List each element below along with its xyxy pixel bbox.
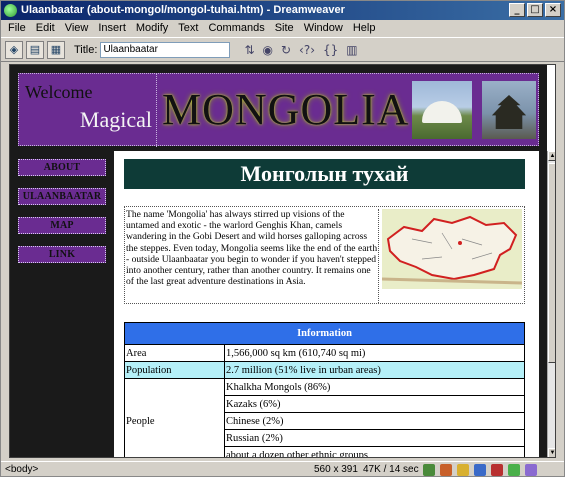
- assets-icon[interactable]: [440, 464, 452, 476]
- menu-site[interactable]: Site: [270, 20, 299, 37]
- scroll-up-icon[interactable]: ▲: [548, 151, 555, 161]
- dreamweaver-window: Ulaanbaatar (about-mongol/mongol-tuhai.h…: [0, 0, 565, 477]
- split-view-icon[interactable]: ▤: [26, 40, 44, 59]
- css-styles-icon[interactable]: [474, 464, 486, 476]
- status-bar: <body> 560 x 391 47K / 14 sec: [1, 461, 564, 476]
- menu-bar: File Edit View Insert Modify Text Comman…: [1, 20, 564, 37]
- tag-selector[interactable]: <body>: [5, 462, 38, 476]
- window-title: Ulaanbaatar (about-mongol/mongol-tuhai.h…: [21, 4, 345, 16]
- temple-shape: [491, 95, 527, 129]
- information-table: Information Area 1,566,000 sq km (610,74…: [124, 322, 525, 457]
- menu-modify[interactable]: Modify: [131, 20, 173, 37]
- people-label: People: [124, 378, 225, 457]
- menu-edit[interactable]: Edit: [31, 20, 60, 37]
- title-label: Title:: [74, 43, 98, 56]
- magical-text: Magical: [79, 107, 152, 132]
- welcome-panel: Welcome Magical: [19, 74, 157, 147]
- file-management-icon[interactable]: ⇅: [244, 43, 254, 57]
- side-nav: ABOUT ULAANBAATAR MAP LINK: [18, 159, 106, 275]
- population-value: 2.7 million (51% live in urban areas): [224, 361, 525, 379]
- document-toolbar: ◈ ▤ ▦ Title: Ulaanbaatar ⇅ ◉ ↻ ‹?› {} ▥: [1, 37, 564, 62]
- reference-icon[interactable]: ‹?›: [299, 43, 315, 57]
- menu-view[interactable]: View: [60, 20, 94, 37]
- close-button[interactable]: ×: [545, 3, 561, 17]
- table-row: People Khalkha Mongols (86%): [124, 378, 525, 457]
- menu-commands[interactable]: Commands: [203, 20, 269, 37]
- people-value: about a dozen other ethnic groups: [224, 446, 525, 457]
- information-header: Information: [124, 322, 525, 345]
- nav-about[interactable]: ABOUT: [18, 159, 106, 176]
- design-view-icon[interactable]: ▦: [47, 40, 65, 59]
- nav-map[interactable]: MAP: [18, 217, 106, 234]
- people-value: Chinese (2%): [224, 412, 525, 430]
- temple-photo: [482, 81, 536, 139]
- code-view-icon[interactable]: ◈: [5, 40, 23, 59]
- maximize-button[interactable]: □: [527, 3, 543, 17]
- menu-window[interactable]: Window: [299, 20, 348, 37]
- area-label: Area: [124, 344, 225, 362]
- code-navigation-icon[interactable]: {}: [323, 43, 338, 57]
- people-value: Khalkha Mongols (86%): [224, 378, 525, 396]
- download-time: 47K / 14 sec: [363, 464, 419, 475]
- page-body: Welcome Magical MONGOLIA ABOUT ULAANBAAT…: [10, 65, 547, 457]
- intro-text: The name 'Mongolia' has always stirred u…: [126, 209, 379, 303]
- launcher-bar: [423, 462, 537, 476]
- people-value: Russian (2%): [224, 429, 525, 447]
- scroll-thumb[interactable]: [548, 163, 555, 363]
- dreamweaver-app-icon: [4, 4, 17, 17]
- vertical-scrollbar[interactable]: ▲ ▼: [547, 151, 555, 457]
- timelines-icon[interactable]: [508, 464, 520, 476]
- window-size[interactable]: 560 x 391: [314, 462, 358, 476]
- table-row: Population 2.7 million (51% live in urba…: [124, 361, 525, 379]
- menu-help[interactable]: Help: [348, 20, 381, 37]
- menu-file[interactable]: File: [3, 20, 31, 37]
- minimize-button[interactable]: _: [509, 3, 525, 17]
- design-canvas[interactable]: Welcome Magical MONGOLIA ABOUT ULAANBAAT…: [9, 64, 556, 458]
- mongolia-logo: MONGOLIA: [162, 85, 410, 134]
- nav-link[interactable]: LINK: [18, 246, 106, 263]
- mongolia-map-image: [382, 209, 522, 289]
- area-value: 1,566,000 sq km (610,740 sq mi): [224, 344, 525, 362]
- yurt-shape: [422, 101, 462, 123]
- yurt-photo: [412, 81, 472, 139]
- menu-insert[interactable]: Insert: [93, 20, 131, 37]
- welcome-text: Welcome: [25, 82, 93, 102]
- table-row: Area 1,566,000 sq km (610,740 sq mi): [124, 344, 525, 362]
- title-input[interactable]: Ulaanbaatar: [100, 41, 231, 58]
- map-graphic: [382, 209, 522, 289]
- site-icon[interactable]: [423, 464, 435, 476]
- title-bar: Ulaanbaatar (about-mongol/mongol-tuhai.h…: [1, 1, 564, 20]
- banner: Welcome Magical MONGOLIA: [18, 73, 539, 147]
- nav-ulaanbaatar[interactable]: ULAANBAATAR: [18, 188, 106, 205]
- population-label: Population: [124, 361, 225, 379]
- scroll-down-icon[interactable]: ▼: [548, 448, 555, 457]
- menu-text[interactable]: Text: [173, 20, 203, 37]
- refresh-icon[interactable]: ↻: [281, 43, 291, 57]
- intro-block: The name 'Mongolia' has always stirred u…: [124, 206, 525, 304]
- behaviors-icon[interactable]: [491, 464, 503, 476]
- people-value: Kazaks (6%): [224, 395, 525, 413]
- preview-globe-icon[interactable]: ◉: [263, 43, 273, 57]
- page-heading: Монголын тухай: [124, 159, 525, 189]
- html-styles-icon[interactable]: [457, 464, 469, 476]
- content-area: Монголын тухай The name 'Mongolia' has a…: [114, 151, 539, 457]
- code-inspector-icon[interactable]: [525, 464, 537, 476]
- view-options-icon[interactable]: ▥: [346, 43, 357, 57]
